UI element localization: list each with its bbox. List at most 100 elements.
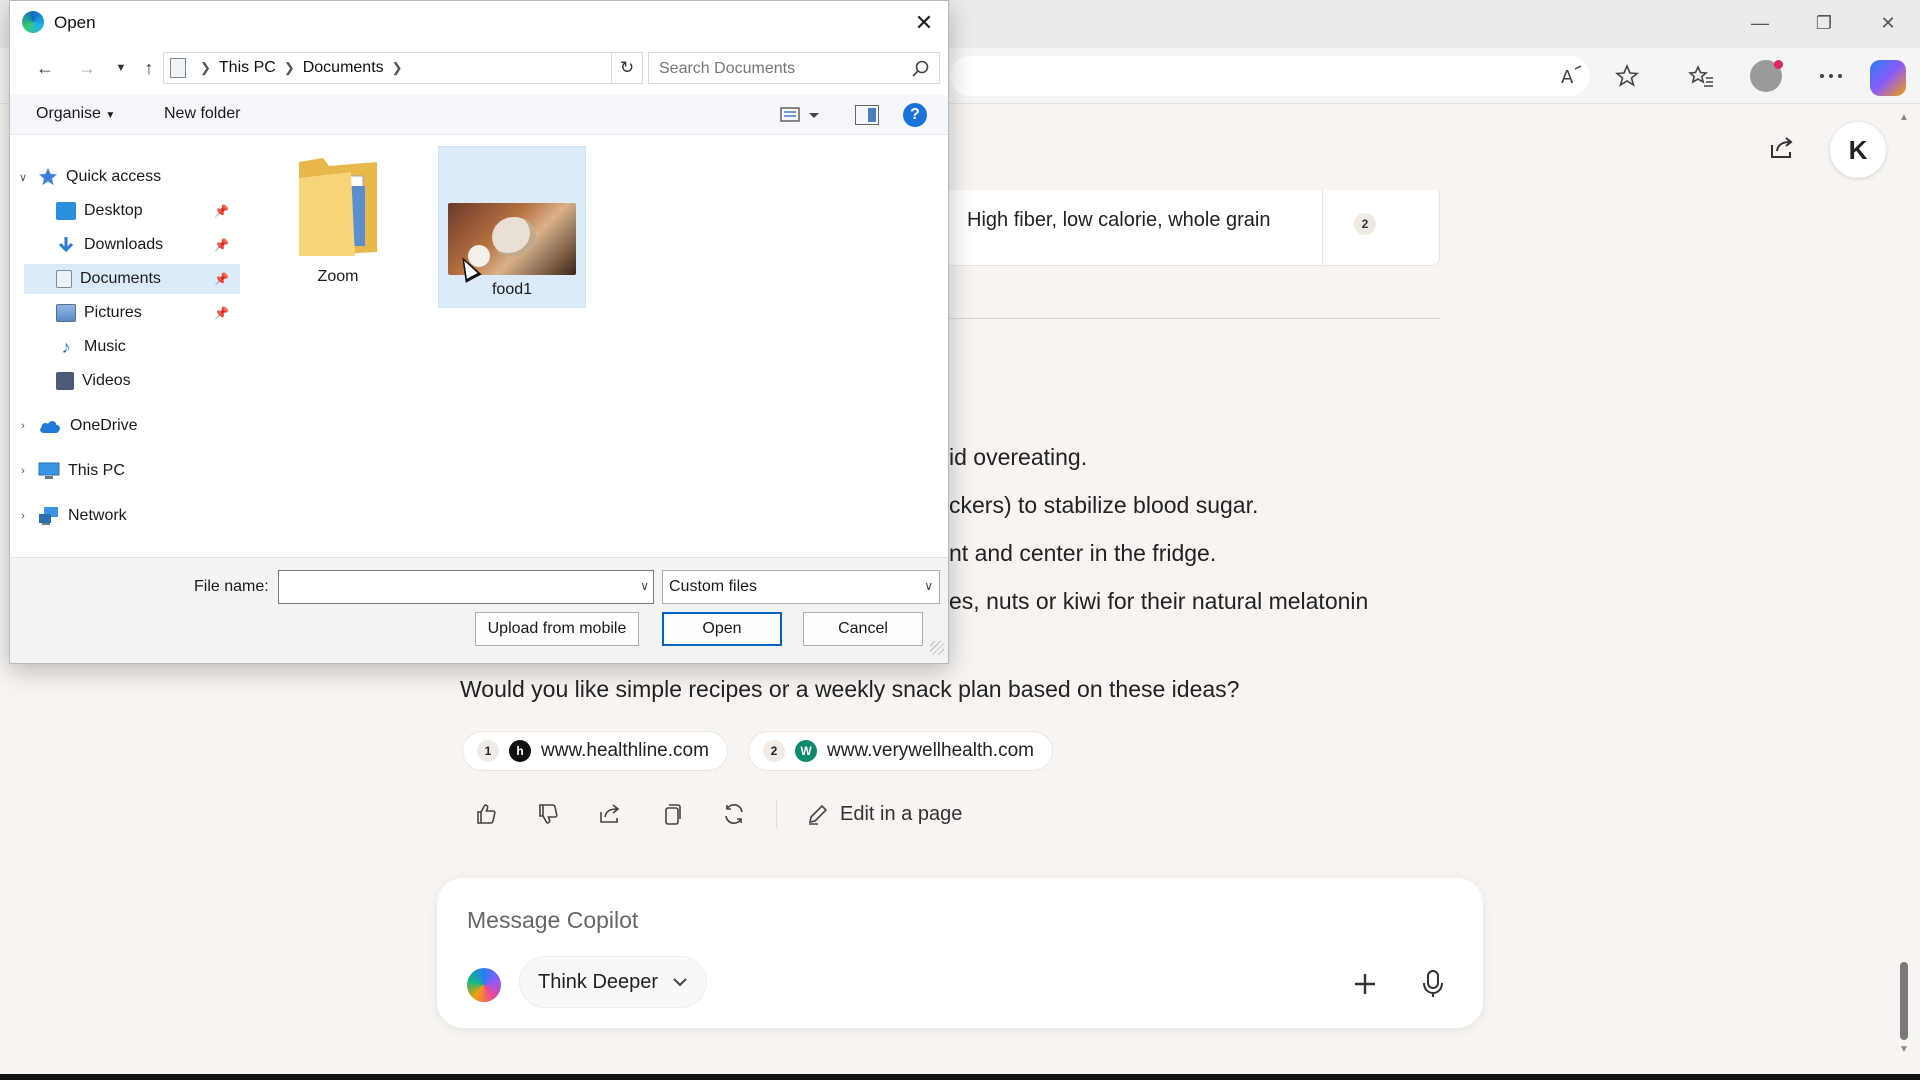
nav-label: Videos bbox=[82, 372, 131, 389]
open-button[interactable]: Open bbox=[662, 612, 782, 646]
response-text-line: ckers) to stabilize blood sugar. bbox=[949, 492, 1259, 518]
recent-locations-chevron-icon[interactable]: ▼ bbox=[106, 53, 136, 83]
nav-label: Quick access bbox=[66, 168, 162, 185]
citation-site: www.verywellhealth.com bbox=[827, 740, 1034, 761]
scrollbar-thumb[interactable] bbox=[1900, 962, 1908, 1040]
open-file-dialog: Open ✕ ← → ▼ ↑ ❯ This PC ❯ Documents ❯ ▼… bbox=[9, 0, 949, 664]
response-text-line: nt and center in the fridge. bbox=[949, 540, 1217, 566]
chevron-right-icon[interactable]: › bbox=[16, 420, 30, 432]
pin-icon: 📌 bbox=[214, 238, 229, 252]
response-text-line: id overeating. bbox=[949, 444, 1088, 470]
nav-music[interactable]: ♪ Music bbox=[56, 332, 126, 362]
nav-desktop[interactable]: Desktop bbox=[56, 196, 143, 226]
copy-icon[interactable] bbox=[654, 796, 690, 832]
follow-up-question: Would you like simple recipes or a weekl… bbox=[460, 676, 1240, 702]
dialog-close-button[interactable]: ✕ bbox=[910, 9, 938, 37]
dialog-footer: File name: ∨ Custom files ∨ Upload from … bbox=[10, 557, 948, 663]
nav-videos[interactable]: Videos bbox=[56, 366, 131, 396]
restore-button[interactable]: ❐ bbox=[1804, 8, 1844, 38]
svg-text:A: A bbox=[1561, 67, 1574, 87]
change-view-icon[interactable] bbox=[779, 105, 819, 125]
search-icon[interactable] bbox=[911, 59, 931, 79]
pictures-icon bbox=[56, 304, 76, 322]
new-folder-button[interactable]: New folder bbox=[164, 105, 240, 123]
chevron-down-icon bbox=[673, 978, 687, 987]
citation-badge[interactable]: 2 bbox=[1354, 213, 1376, 235]
videos-icon bbox=[56, 372, 74, 390]
user-avatar[interactable]: K bbox=[1830, 122, 1886, 178]
document-location-icon bbox=[170, 58, 186, 78]
forward-arrow-icon[interactable]: → bbox=[72, 53, 102, 83]
minimize-button[interactable]: — bbox=[1740, 8, 1780, 38]
citation-link-healthline[interactable]: 1 h www.healthline.com bbox=[462, 731, 728, 771]
resize-grip-icon[interactable] bbox=[930, 641, 944, 655]
nav-this-pc[interactable]: › This PC bbox=[16, 456, 125, 486]
microphone-icon[interactable] bbox=[1413, 964, 1453, 1004]
thumbs-down-icon[interactable] bbox=[530, 796, 566, 832]
regenerate-icon[interactable] bbox=[716, 796, 752, 832]
music-icon: ♪ bbox=[61, 336, 71, 357]
upload-from-mobile-button[interactable]: Upload from mobile bbox=[475, 612, 639, 646]
address-bar[interactable] bbox=[950, 56, 1590, 96]
verywellhealth-logo-icon: W bbox=[795, 740, 817, 762]
more-options-icon[interactable] bbox=[1811, 58, 1851, 94]
this-pc-icon bbox=[38, 462, 60, 479]
thumbs-up-icon[interactable] bbox=[468, 796, 504, 832]
message-input[interactable] bbox=[467, 900, 1367, 940]
address-breadcrumb[interactable]: ❯ This PC ❯ Documents ❯ ▼ bbox=[163, 52, 631, 84]
edit-in-page-button[interactable]: Edit in a page bbox=[806, 796, 962, 832]
scroll-up-arrow[interactable]: ▲ bbox=[1896, 112, 1912, 132]
favorites-list-icon[interactable] bbox=[1681, 58, 1721, 94]
search-input[interactable] bbox=[659, 57, 899, 81]
organise-menu[interactable]: Organise ▼ bbox=[36, 105, 115, 123]
file-type-value: Custom files bbox=[669, 578, 758, 595]
scroll-down-arrow[interactable]: ▼ bbox=[1896, 1044, 1912, 1064]
nav-label: Pictures bbox=[84, 304, 142, 321]
file-type-select[interactable]: Custom files ∨ bbox=[662, 570, 940, 604]
think-deeper-dropdown[interactable]: Think Deeper bbox=[519, 956, 708, 1008]
file-name-label: food1 bbox=[491, 281, 533, 298]
nav-label: This PC bbox=[68, 462, 125, 479]
nav-label: OneDrive bbox=[70, 417, 138, 434]
cancel-button[interactable]: Cancel bbox=[803, 612, 923, 646]
file-item-folder[interactable]: Zoom bbox=[264, 146, 412, 308]
file-item-image[interactable]: food1 bbox=[438, 146, 586, 308]
add-attachment-icon[interactable] bbox=[1345, 964, 1385, 1004]
chevron-down-icon[interactable]: ∨ bbox=[640, 579, 649, 593]
nav-downloads[interactable]: Downloads bbox=[56, 230, 163, 260]
breadcrumb-documents[interactable]: Documents bbox=[303, 59, 384, 77]
edge-browser-icon bbox=[22, 11, 44, 33]
nav-quick-access[interactable]: ∨ Quick access bbox=[16, 162, 161, 192]
read-aloud-icon[interactable]: A bbox=[1551, 58, 1591, 94]
notification-dot bbox=[1774, 60, 1783, 69]
nav-network[interactable]: › Network bbox=[16, 501, 127, 531]
nav-pictures[interactable]: Pictures bbox=[56, 298, 142, 328]
nav-documents[interactable]: Documents bbox=[24, 264, 240, 294]
file-name-label: File name: bbox=[194, 578, 269, 595]
organise-label: Organise bbox=[36, 105, 101, 122]
file-name-combobox: ∨ bbox=[278, 570, 654, 604]
preview-pane-icon[interactable] bbox=[855, 105, 879, 125]
share-conversation-icon[interactable] bbox=[1762, 128, 1802, 168]
network-icon bbox=[39, 507, 58, 525]
chevron-right-icon[interactable]: › bbox=[16, 510, 30, 522]
citation-link-verywellhealth[interactable]: 2 W www.verywellhealth.com bbox=[748, 731, 1053, 771]
back-arrow-icon[interactable]: ← bbox=[30, 53, 60, 83]
table-divider bbox=[1322, 190, 1323, 266]
breadcrumb-this-pc[interactable]: This PC bbox=[219, 59, 276, 77]
copilot-sidebar-button[interactable] bbox=[1870, 60, 1906, 96]
onedrive-icon bbox=[40, 421, 60, 433]
close-window-button[interactable]: ✕ bbox=[1868, 8, 1908, 38]
file-name-input[interactable] bbox=[285, 575, 615, 599]
nav-onedrive[interactable]: › OneDrive bbox=[16, 411, 138, 441]
citation-number: 1 bbox=[477, 740, 499, 762]
share-response-icon[interactable] bbox=[592, 796, 628, 832]
favorite-star-icon[interactable] bbox=[1607, 58, 1647, 94]
up-arrow-icon[interactable]: ↑ bbox=[134, 53, 164, 83]
pin-icon: 📌 bbox=[214, 272, 229, 286]
refresh-icon[interactable]: ↻ bbox=[611, 52, 643, 84]
chevron-right-icon[interactable]: › bbox=[16, 465, 30, 477]
chevron-down-icon[interactable]: ∨ bbox=[16, 171, 30, 184]
bottom-edge bbox=[0, 1074, 1920, 1080]
help-icon[interactable]: ? bbox=[903, 103, 927, 127]
